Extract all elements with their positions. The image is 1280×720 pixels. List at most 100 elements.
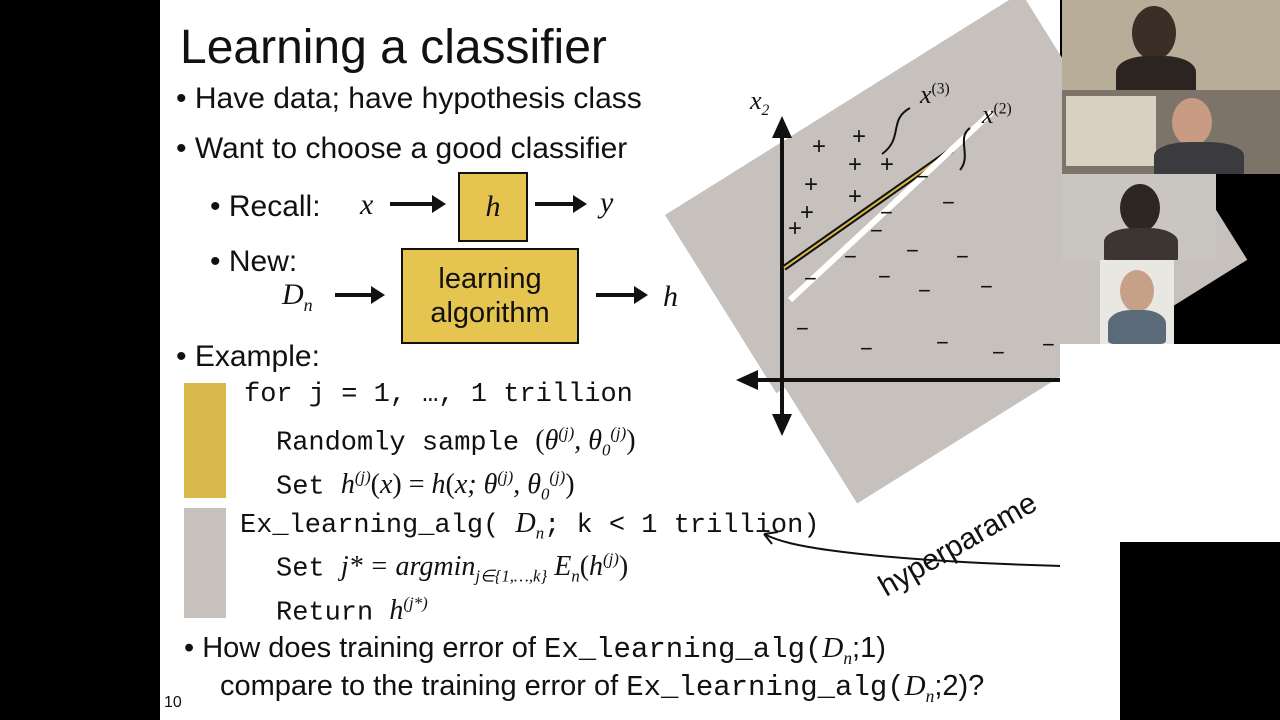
- question-text: compare to the training error of: [220, 670, 619, 702]
- argmin: j* = argmin: [340, 551, 476, 583]
- bullet-want-classifier: • Want to choose a good classifier: [176, 132, 628, 165]
- arrow-head-icon: [432, 195, 446, 213]
- dataset-symbol: D: [515, 508, 536, 539]
- code-line-for: for j = 1, …, 1 trillion: [244, 380, 633, 410]
- sub-bullet-recall: • Recall:: [210, 190, 321, 223]
- participant-avatar: [1132, 6, 1176, 60]
- dataset-dn: Dn: [282, 278, 313, 316]
- example-label: Example:: [194, 340, 320, 373]
- minus-mark: −: [992, 340, 1005, 365]
- code-math: j* = argminj∈{1,…,k} En(h(j)): [340, 550, 629, 586]
- arrow-right-icon: [535, 202, 575, 206]
- minus-mark: −: [906, 238, 919, 263]
- minus-mark: −: [796, 316, 809, 341]
- x2-x: x: [982, 100, 994, 129]
- plus-mark: +: [848, 183, 862, 210]
- sub-bullet-new: • New:: [210, 245, 298, 278]
- bullet-question: • How does training error of Ex_learning…: [184, 632, 886, 668]
- x3-sup: (3): [931, 80, 950, 98]
- sup: (j): [610, 424, 627, 443]
- question-arg: ;2)?: [934, 670, 985, 702]
- y-axis-arrow-top: [772, 116, 792, 138]
- slide: Learning a classifier • Have data; have …: [160, 0, 1248, 720]
- x3-pointer: [881, 107, 911, 155]
- question-function: Ex_learning_alg(: [626, 671, 905, 704]
- participant-video-4[interactable]: [1100, 260, 1174, 344]
- minus-mark: −: [1042, 332, 1055, 357]
- code-math: h(j)(x) = h(x; θ(j), θ0(j)): [340, 468, 575, 504]
- participant-avatar: [1120, 270, 1154, 312]
- plus-mark: +: [800, 199, 814, 226]
- sup: (j): [603, 550, 619, 569]
- bullet-question-line2: compare to the training error of Ex_lear…: [220, 670, 984, 707]
- participant-video-3[interactable]: [1062, 174, 1216, 260]
- bullet-example: • Example:: [176, 340, 320, 373]
- new-label: New:: [228, 245, 298, 278]
- sup: (j): [354, 468, 371, 487]
- sup: (j): [497, 468, 514, 487]
- sup: (j): [549, 468, 566, 487]
- algorithm-label: algorithm: [430, 297, 550, 329]
- output-y: y: [600, 186, 614, 219]
- participant-avatar: [1120, 184, 1160, 232]
- argmin-sub: j∈{1,…,k}: [475, 566, 548, 586]
- plus-mark: +: [804, 171, 818, 198]
- minus-mark: −: [860, 336, 873, 361]
- arrow-head-icon: [371, 286, 385, 304]
- hypothesis-box: h: [458, 172, 528, 242]
- code-strip-yellow: [184, 383, 226, 498]
- dataset-symbol: D: [822, 632, 844, 664]
- participant-video-2[interactable]: [1062, 90, 1280, 174]
- plus-mark: +: [852, 123, 866, 150]
- minus-mark: −: [942, 190, 955, 215]
- label-x3: x(3): [920, 80, 950, 110]
- participant-body: [1108, 310, 1166, 344]
- arrow-right-icon: [596, 293, 636, 297]
- page-title: Learning a classifier: [180, 21, 607, 74]
- sup: (j*): [403, 594, 428, 613]
- minus-mark: −: [918, 278, 931, 303]
- arrow-right-icon: [335, 293, 373, 297]
- code-keyword: Return: [276, 598, 374, 629]
- question-arg: ;1): [852, 632, 886, 664]
- arrow-head-icon: [634, 286, 648, 304]
- bookshelf: [1066, 96, 1156, 166]
- code-keyword: Randomly sample: [276, 428, 520, 459]
- plus-mark: +: [788, 215, 802, 242]
- participant-body: [1104, 228, 1178, 260]
- code-math: (θ(j), θ0(j)): [535, 424, 636, 460]
- code-keyword: Set: [276, 554, 325, 585]
- axis-label-x2: x2: [750, 86, 769, 120]
- participant-body: [1154, 142, 1244, 174]
- code-strip-gray: [184, 508, 226, 618]
- sup: (j): [558, 424, 575, 443]
- code-line-sample: Randomly sample (θ(j), θ0(j)): [276, 424, 636, 461]
- dataset-sub: n: [303, 295, 313, 315]
- recall-label: Recall:: [228, 190, 321, 223]
- participant-body: [1116, 56, 1196, 90]
- x-axis-arrow-left: [736, 370, 758, 390]
- code-math: Dn: [515, 508, 544, 543]
- minus-mark: −: [956, 244, 969, 269]
- bullet-text: Have data; have hypothesis class: [194, 82, 642, 115]
- sub: n: [571, 566, 580, 586]
- sub: 0: [601, 440, 611, 460]
- code-keyword: Set: [276, 472, 325, 503]
- question-text: How does training error of: [202, 632, 536, 664]
- minus-mark: −: [844, 244, 857, 269]
- bullet-have-data: • Have data; have hypothesis class: [176, 82, 642, 115]
- learning-algorithm-box: learning algorithm: [401, 248, 579, 344]
- participant-video-1[interactable]: [1062, 0, 1280, 90]
- minus-points: − − − − − − − − − − − − − − − −: [796, 164, 1055, 365]
- plus-mark: +: [848, 151, 862, 178]
- dataset-symbol: D: [904, 670, 926, 702]
- code-line-set-h: Set h(j)(x) = h(x; θ(j), θ0(j)): [276, 468, 575, 505]
- code-function: Ex_learning_alg(: [240, 511, 500, 541]
- code-math: h(j*): [389, 594, 428, 627]
- classifier-plot: + + + + + + + + − − − − − − − − − − − − …: [736, 107, 1060, 436]
- input-x: x: [360, 188, 374, 221]
- minus-mark: −: [804, 266, 817, 291]
- learning-label: learning: [438, 263, 542, 295]
- y-axis-arrow-bottom: [772, 414, 792, 436]
- minus-mark: −: [980, 274, 993, 299]
